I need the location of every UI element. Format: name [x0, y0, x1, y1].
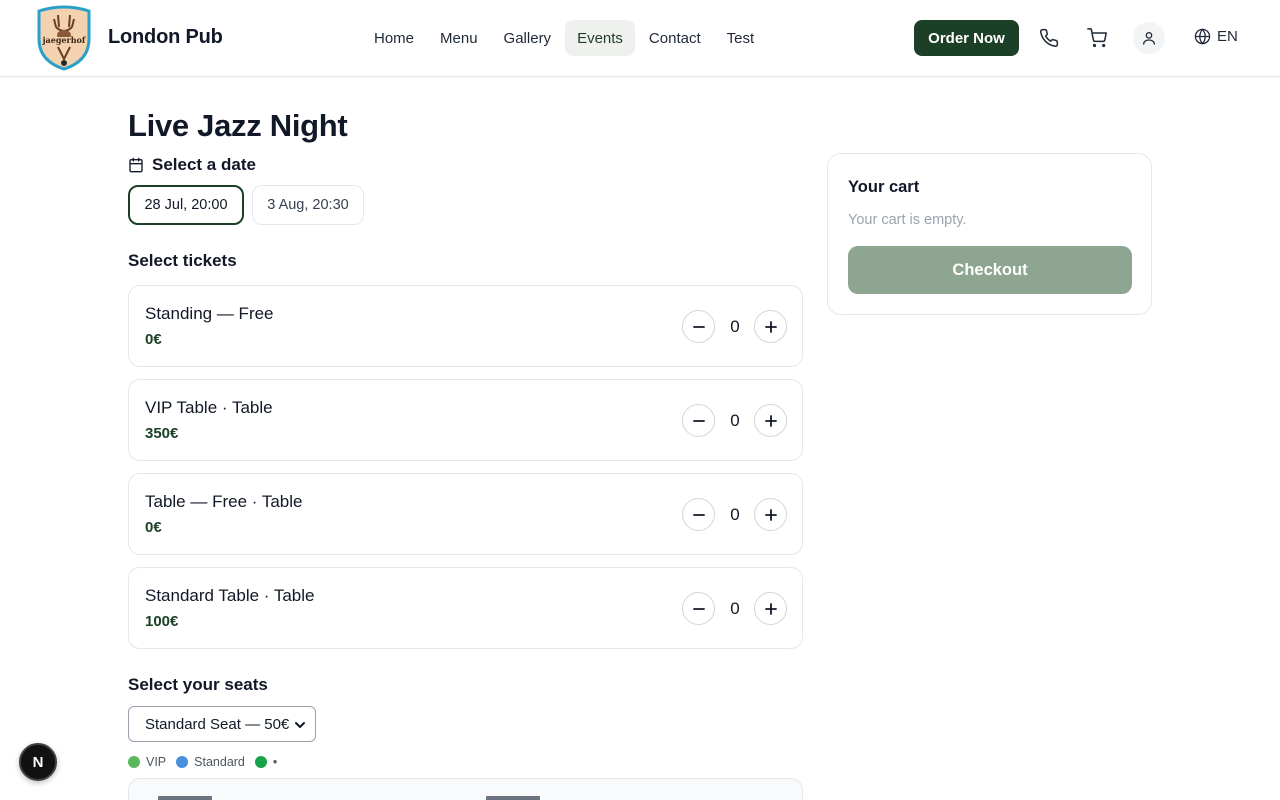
language-switcher[interactable]: EN	[1194, 28, 1238, 45]
ticket-name: VIP Table · Table	[145, 398, 273, 417]
quantity-value: 0	[730, 599, 740, 618]
chevron-down-icon	[295, 722, 305, 728]
ticket-card: VIP Table · Table 350€ 0	[128, 379, 803, 461]
cart-title: Your cart	[848, 178, 920, 196]
minus-icon	[692, 607, 705, 610]
quantity-value: 0	[730, 411, 740, 430]
nav-item-menu[interactable]: Menu	[428, 20, 490, 56]
date-heading-label: Select a date	[152, 155, 256, 174]
ticket-name: Standard Table · Table	[145, 586, 315, 605]
quantity-stepper: 0	[682, 310, 788, 344]
legend-label: •	[272, 755, 278, 769]
quantity-stepper: 0	[682, 404, 788, 438]
increase-button[interactable]	[754, 310, 787, 343]
increase-button[interactable]	[754, 592, 787, 625]
cart-icon[interactable]	[1081, 22, 1113, 54]
nav-item-gallery[interactable]: Gallery	[492, 20, 564, 56]
seat-row-block[interactable]	[158, 796, 212, 800]
seat-map	[128, 778, 803, 800]
legend-item-vip: VIP	[128, 755, 166, 769]
seat-row-block[interactable]	[486, 796, 540, 800]
minus-icon	[692, 419, 705, 422]
ticket-card: Standard Table · Table 100€ 0	[128, 567, 803, 649]
seats-heading: Select your seats	[128, 675, 268, 694]
quantity-value: 0	[730, 505, 740, 524]
date-heading: Select a date	[128, 155, 256, 175]
date-option-2[interactable]: 3 Aug, 20:30	[252, 185, 364, 225]
seat-type-selected: Standard Seat — 50€	[145, 715, 290, 733]
nav-item-contact[interactable]: Contact	[637, 20, 713, 56]
ticket-name: Table — Free · Table	[145, 492, 303, 511]
legend-dot	[176, 756, 189, 768]
user-account-button[interactable]	[1133, 22, 1165, 54]
nav-item-events[interactable]: Events	[565, 20, 635, 56]
quantity-value: 0	[730, 317, 740, 336]
order-now-button[interactable]: Order Now	[914, 20, 1019, 56]
phone-icon[interactable]	[1033, 22, 1065, 54]
calendar-icon	[129, 157, 143, 173]
plus-icon	[764, 508, 777, 521]
increase-button[interactable]	[754, 404, 787, 437]
dev-tools-badge[interactable]: N	[19, 743, 57, 781]
plus-icon	[764, 414, 777, 427]
ticket-price: 100€	[145, 613, 179, 630]
brand-logo[interactable]: jaegerhof	[36, 5, 92, 71]
legend-item-standard: Standard	[176, 755, 245, 769]
ticket-name: Standing — Free	[145, 304, 274, 323]
legend-dot	[254, 756, 267, 768]
legend-item-other: •	[254, 755, 278, 769]
main-nav: Home Menu Gallery Events Contact Test	[362, 20, 766, 56]
language-label: EN	[1217, 28, 1238, 45]
seat-legend: VIP Standard •	[128, 755, 277, 769]
legend-label: VIP	[146, 755, 167, 769]
quantity-stepper: 0	[682, 592, 788, 626]
plus-icon	[764, 602, 777, 615]
minus-icon	[692, 513, 705, 516]
decrease-button[interactable]	[682, 310, 715, 343]
nav-item-home[interactable]: Home	[362, 20, 426, 56]
brand-name[interactable]: London Pub	[108, 26, 223, 49]
logo-lettering: jaegerhof	[42, 35, 86, 45]
ticket-price: 0€	[145, 519, 162, 536]
minus-icon	[692, 325, 705, 328]
ticket-price: 0€	[145, 331, 162, 348]
cart-panel: Your cart Your cart is empty. Checkout	[827, 153, 1152, 315]
plus-icon	[764, 320, 777, 333]
user-icon	[1143, 32, 1155, 45]
decrease-button[interactable]	[682, 404, 715, 437]
legend-dot	[128, 756, 140, 768]
quantity-stepper: 0	[682, 498, 788, 532]
increase-button[interactable]	[754, 498, 787, 531]
tickets-heading: Select tickets	[128, 251, 237, 270]
site-header: jaegerhof London Pub Home Menu Gallery E…	[0, 0, 1280, 77]
cart-empty-message: Your cart is empty.	[848, 212, 967, 228]
date-option-1[interactable]: 28 Jul, 20:00	[128, 185, 244, 225]
ticket-card: Table — Free · Table 0€ 0	[128, 473, 803, 555]
legend-label: Standard	[194, 755, 245, 769]
checkout-button[interactable]: Checkout	[848, 246, 1132, 294]
ticket-card: Standing — Free 0€ 0	[128, 285, 803, 367]
decrease-button[interactable]	[682, 498, 715, 531]
event-title: Live Jazz Night	[128, 108, 348, 143]
seat-type-select[interactable]: Standard Seat — 50€	[128, 706, 316, 742]
nav-item-test[interactable]: Test	[715, 20, 767, 56]
decrease-button[interactable]	[682, 592, 715, 625]
dev-badge-letter: N	[33, 754, 44, 771]
ticket-price: 350€	[145, 425, 179, 442]
globe-icon	[1194, 28, 1211, 45]
